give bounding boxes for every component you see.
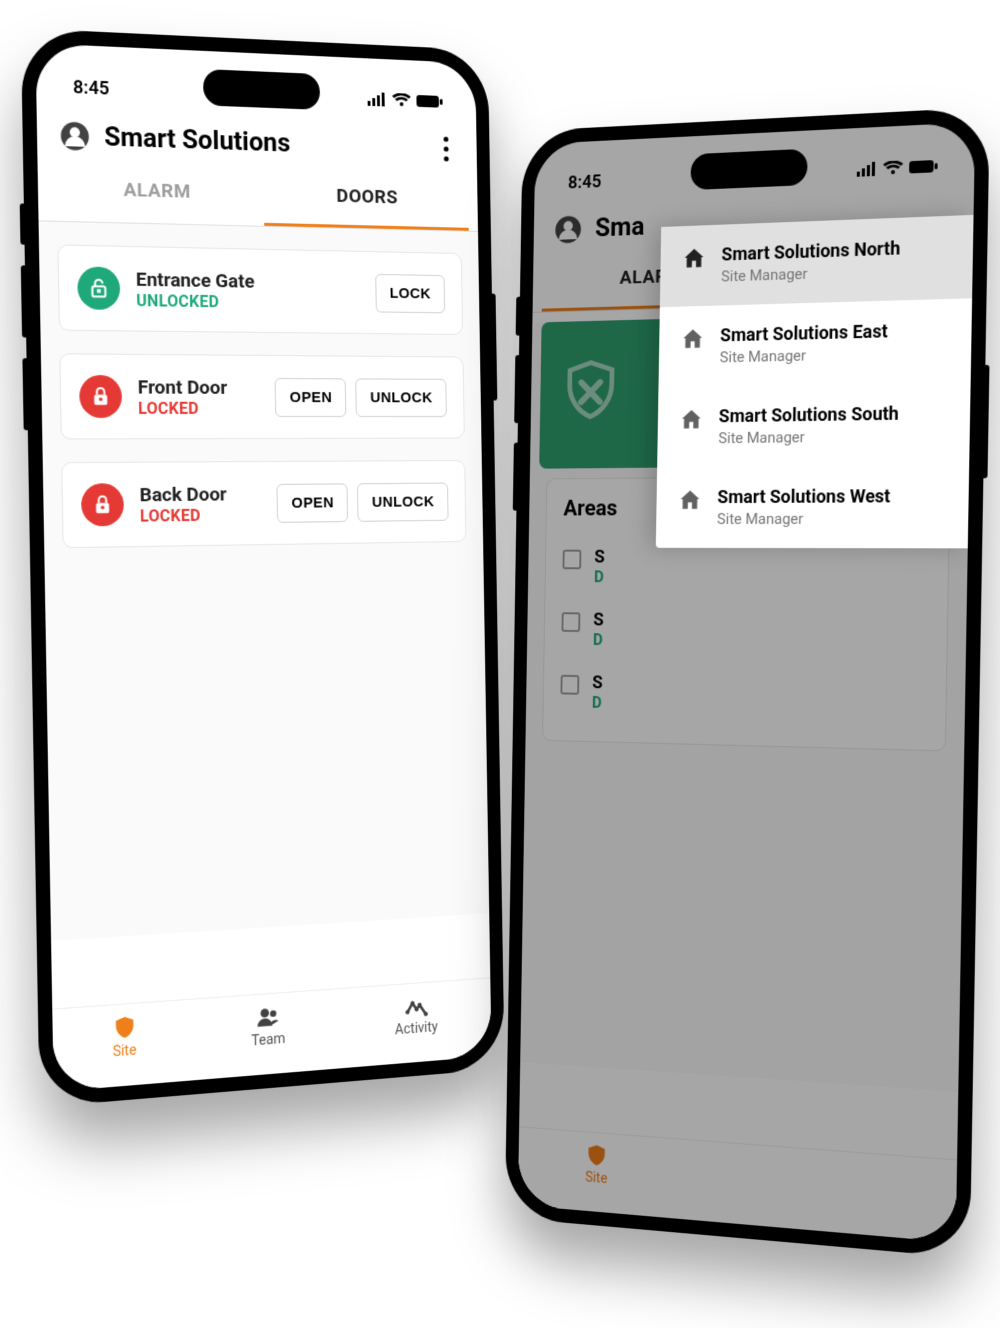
nav-activity[interactable]: Activity: [394, 992, 438, 1038]
menu-item-west[interactable]: Smart Solutions West Site Manager: [655, 465, 969, 548]
menu-role: Site Manager: [720, 345, 888, 367]
menu-item-south[interactable]: Smart Solutions South Site Manager: [657, 382, 971, 468]
door-name: Entrance Gate: [136, 267, 361, 294]
open-button[interactable]: OPEN: [275, 377, 347, 416]
dynamic-island: [203, 69, 320, 110]
door-card-back-door: Back Door LOCKED OPEN UNLOCK: [61, 460, 466, 548]
doors-list: Entrance Gate UNLOCKED LOCK: [39, 221, 490, 941]
lock-icon: [81, 483, 124, 526]
nav-label: Activity: [395, 1019, 438, 1038]
home-icon: [680, 326, 705, 352]
menu-label: Smart Solutions North: [721, 238, 900, 265]
stage: 8:45 Smart Solutions ALARM: [0, 0, 1000, 1328]
nav-label: Team: [251, 1031, 285, 1050]
lock-icon: [79, 375, 122, 418]
unlock-button[interactable]: UNLOCK: [357, 482, 448, 521]
status-time: 8:45: [73, 76, 110, 99]
open-button[interactable]: OPEN: [277, 483, 349, 523]
unlock-icon: [77, 266, 120, 310]
site-select-menu: Smart Solutions North Site Manager Smart…: [655, 215, 973, 548]
menu-item-north[interactable]: Smart Solutions North Site Manager: [659, 215, 973, 307]
home-icon: [678, 407, 703, 433]
door-status: LOCKED: [138, 399, 260, 418]
menu-label: Smart Solutions East: [720, 321, 888, 346]
menu-role: Site Manager: [717, 510, 890, 528]
home-icon: [681, 245, 706, 272]
signal-icon: [367, 92, 386, 107]
tab-alarm[interactable]: ALARM: [48, 157, 265, 226]
tabs: ALARM DOORS: [37, 157, 478, 232]
menu-label: Smart Solutions South: [719, 403, 899, 427]
nav-label: Site: [113, 1042, 137, 1060]
menu-role: Site Manager: [718, 427, 898, 447]
nav-team[interactable]: Team: [251, 1003, 286, 1050]
phone-doors: 8:45 Smart Solutions ALARM: [30, 40, 510, 1088]
door-status: UNLOCKED: [136, 291, 361, 313]
door-status: LOCKED: [140, 505, 262, 526]
site-title: Smart Solutions: [104, 122, 431, 163]
wifi-icon: [392, 93, 411, 108]
menu-role: Site Manager: [721, 262, 900, 286]
shield-icon: [111, 1014, 138, 1042]
lock-button[interactable]: LOCK: [375, 273, 445, 312]
menu-item-east[interactable]: Smart Solutions East Site Manager: [658, 298, 972, 387]
bottom-nav: Site Team Activity: [52, 977, 491, 1091]
door-name: Front Door: [138, 375, 260, 399]
door-card-front-door: Front Door LOCKED OPEN UNLOCK: [59, 353, 465, 439]
more-icon[interactable]: [443, 136, 449, 162]
phone-site-menu: 8:45 Sma ALAR: [500, 120, 980, 1238]
tab-doors[interactable]: DOORS: [263, 164, 469, 231]
door-card-entrance-gate: Entrance Gate UNLOCKED LOCK: [57, 244, 463, 335]
menu-label: Smart Solutions West: [717, 486, 890, 508]
unlock-button[interactable]: UNLOCK: [356, 378, 447, 417]
nav-site[interactable]: Site: [111, 1014, 138, 1061]
team-icon: [254, 1003, 282, 1031]
activity-icon: [404, 993, 429, 1020]
battery-icon: [416, 94, 442, 109]
account-icon[interactable]: [59, 120, 90, 152]
home-icon: [677, 487, 702, 513]
door-name: Back Door: [139, 482, 261, 506]
